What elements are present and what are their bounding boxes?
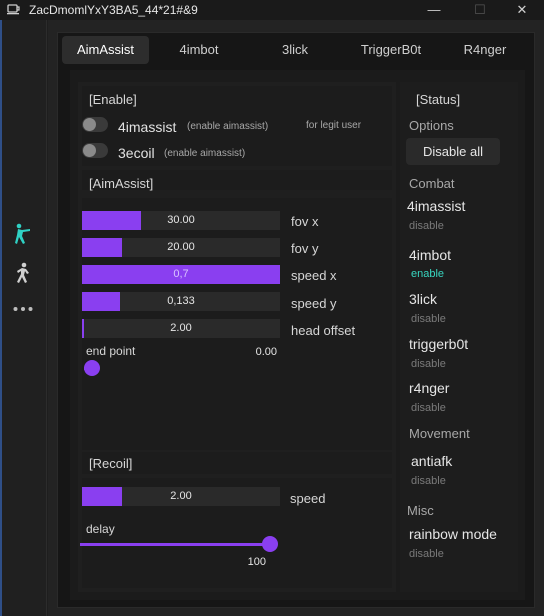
delay-track	[80, 543, 270, 546]
aimassist-title: [AimAssist]	[89, 176, 154, 191]
speed-x-label: speed x	[291, 268, 337, 283]
status-3lick-name: 3lick	[409, 291, 438, 307]
window-title: ZacDmomlYxY3BA5_44*21#&9	[29, 3, 198, 17]
speed-y-label: speed y	[291, 296, 337, 311]
recoil-hint: (enable aimassist)	[164, 148, 246, 159]
status-3lick-state: disable	[411, 313, 446, 325]
status-antiafk-state: disable	[411, 475, 446, 487]
disable-all-button[interactable]: Disable all	[406, 138, 500, 165]
status-rainbow-name: rainbow mode	[409, 526, 497, 542]
recoil-label: 3ecoil	[118, 145, 155, 161]
recoil-speed-slider[interactable]: 2.00	[82, 487, 280, 506]
tab-3lick[interactable]: 3lick	[253, 36, 337, 64]
movement-heading: Movement	[409, 426, 470, 441]
status-rainbow-state: disable	[409, 548, 444, 560]
speed-y-slider[interactable]: 0,133	[82, 292, 280, 311]
recoil-speed-label: speed	[290, 491, 326, 506]
end-point-label: end point	[86, 344, 136, 358]
end-point-handle[interactable]	[84, 360, 100, 376]
left-edge-strip	[0, 20, 2, 616]
status-title: [Status]	[416, 92, 461, 107]
recoil-toggle[interactable]	[82, 143, 108, 158]
status-4imbot-state: enable	[411, 268, 445, 280]
recoil-speed-value: 2.00	[170, 490, 192, 502]
speed-y-value: 0,133	[167, 295, 195, 307]
status-antiafk-name: antiafk	[411, 453, 453, 469]
status-triggerb0t-name: triggerb0t	[409, 336, 469, 352]
legit-user-note: for legit user	[306, 120, 362, 131]
title-bar: ZacDmomlYxY3BA5_44*21#&9 — ☐ ✕	[0, 0, 544, 20]
options-heading: Options	[409, 118, 454, 133]
more-icon[interactable]	[13, 298, 33, 320]
tab-bar: AimAssist 4imbot 3lick TriggerB0t R4nger	[57, 33, 535, 67]
status-triggerb0t-state: disable	[411, 358, 446, 370]
tab-triggerb0t[interactable]: TriggerB0t	[347, 36, 435, 64]
end-point-slider[interactable]	[84, 360, 278, 376]
status-4imbot-name: 4imbot	[409, 247, 452, 263]
head-offset-slider[interactable]: 2.00	[82, 319, 280, 338]
misc-heading: Misc	[407, 503, 434, 518]
speed-x-slider[interactable]: 0,7	[82, 265, 280, 284]
status-r4nger-state: disable	[411, 402, 446, 414]
close-button[interactable]: ✕	[500, 0, 544, 20]
enable-title: [Enable]	[89, 92, 137, 107]
tab-r4nger[interactable]: R4nger	[445, 36, 525, 64]
fov-y-label: fov y	[291, 241, 319, 256]
status-4imassist-name: 4imassist	[407, 198, 466, 214]
aimassist-label: 4imassist	[118, 119, 177, 135]
fov-x-value: 30.00	[167, 214, 195, 226]
delay-value: 100	[247, 556, 266, 568]
status-r4nger-name: r4nger	[409, 380, 450, 396]
toggle-knob	[83, 144, 96, 157]
recoil-title: [Recoil]	[89, 456, 133, 471]
toggle-knob	[83, 118, 96, 131]
combat-heading: Combat	[409, 176, 455, 191]
fov-x-label: fov x	[291, 214, 319, 229]
minimize-button[interactable]: —	[412, 0, 456, 20]
maximize-button[interactable]: ☐	[458, 0, 502, 20]
tab-4imbot[interactable]: 4imbot	[157, 36, 241, 64]
head-offset-label: head offset	[291, 323, 356, 338]
delay-slider[interactable]	[80, 536, 278, 552]
fov-y-value: 20.00	[167, 241, 195, 253]
walker-icon[interactable]	[13, 262, 33, 284]
shooter-icon[interactable]	[13, 223, 33, 245]
speed-x-value: 0,7	[173, 268, 189, 280]
app-cup-icon	[7, 4, 20, 15]
aimassist-hint: (enable aimassist)	[187, 121, 269, 132]
delay-label: delay	[86, 522, 115, 536]
delay-handle[interactable]	[262, 536, 278, 552]
end-point-value: 0.00	[255, 346, 277, 358]
fov-y-slider[interactable]: 20.00	[82, 238, 280, 257]
tab-aimassist[interactable]: AimAssist	[62, 36, 149, 64]
fov-x-slider[interactable]: 30.00	[82, 211, 280, 230]
status-4imassist-state: disable	[409, 220, 444, 232]
aimassist-toggle[interactable]	[82, 117, 108, 132]
head-offset-value: 2.00	[170, 322, 192, 334]
